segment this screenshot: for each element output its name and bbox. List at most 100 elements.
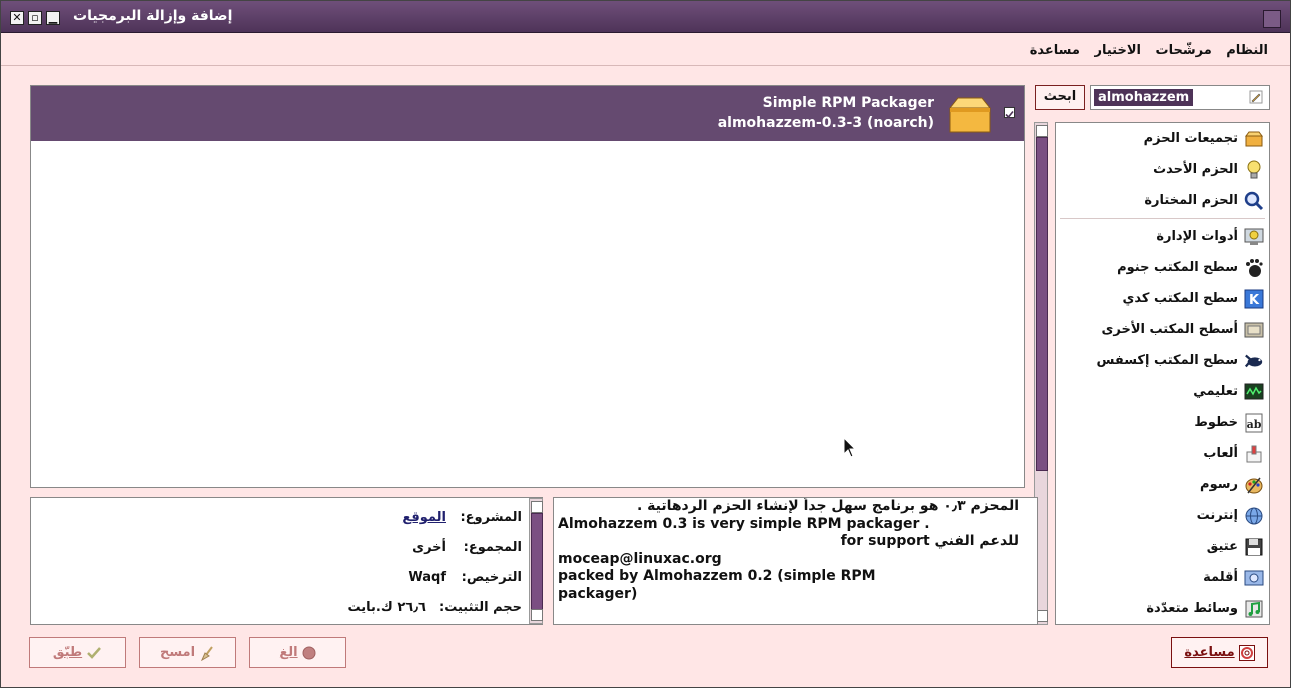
category-separator: [1060, 218, 1265, 219]
detail-license-value: Waqf: [408, 570, 446, 585]
category-item[interactable]: وسائط متعدّدة: [1056, 593, 1269, 624]
category-label: عتيق: [1206, 539, 1238, 554]
category-label: الحزم المختارة: [1144, 193, 1238, 208]
category-label: الحزم الأحدث: [1153, 162, 1238, 177]
details-scrollbar[interactable]: [529, 498, 543, 624]
window-menu-icon[interactable]: [1263, 10, 1281, 28]
scroll-up-arrow-icon[interactable]: [1036, 125, 1048, 137]
category-item[interactable]: تعليمي: [1056, 376, 1269, 407]
package-list: Simple RPM Packager almohazzem-0.3-3 (no…: [30, 85, 1025, 488]
category-item[interactable]: الحزم الأحدث: [1056, 154, 1269, 185]
apply-button[interactable]: طبّق: [29, 637, 126, 668]
scrollbar-thumb[interactable]: [531, 513, 543, 611]
category-label: أسطح المكتب الأخرى: [1101, 322, 1238, 337]
category-label: أقلمة: [1203, 570, 1238, 585]
package-description: المحزم ٠٫٣ هو برنامج سهل جداً لإنشاء الح…: [553, 497, 1038, 625]
category-item[interactable]: رسوم: [1056, 469, 1269, 500]
category-item[interactable]: K سطح المكتب كدي: [1056, 283, 1269, 314]
category-item[interactable]: سطح المكتب جنوم: [1056, 252, 1269, 283]
category-label: سطح المكتب كدي: [1122, 291, 1238, 306]
checkmark-icon: [1005, 110, 1014, 119]
menu-selection[interactable]: الاختيار: [1095, 43, 1141, 58]
description-line: Almohazzem 0.3 is very simple RPM packag…: [558, 515, 930, 532]
category-label: خطوط: [1194, 415, 1238, 430]
search-input-text[interactable]: almohazzem: [1094, 89, 1194, 106]
new-packages-icon: [1244, 160, 1264, 180]
stop-icon: [302, 646, 316, 659]
detail-group-label: المجموع:: [463, 540, 522, 555]
search-input[interactable]: almohazzem: [1090, 85, 1270, 110]
title-bar: ✕ ▫ ▁ إضافة وإزالة البرمجيات: [1, 1, 1290, 33]
main-window: ✕ ▫ ▁ إضافة وإزالة البرمجيات النظام مرشّ…: [0, 0, 1291, 688]
close-icon[interactable]: ✕: [10, 11, 24, 25]
broom-icon: [201, 645, 213, 661]
description-email: moceap@linuxac.org: [558, 550, 722, 567]
category-label: سطح المكتب جنوم: [1117, 260, 1238, 275]
category-item[interactable]: عتيق: [1056, 531, 1269, 562]
category-item[interactable]: إنترنت: [1056, 500, 1269, 531]
floppy-disk-icon: [1244, 537, 1264, 557]
category-item[interactable]: ألعاب: [1056, 438, 1269, 469]
svg-text:ab: ab: [1247, 418, 1262, 431]
menu-filters[interactable]: مرشّحات: [1156, 43, 1212, 58]
menu-bar: النظام مرشّحات الاختيار مساعدة: [1, 37, 1290, 66]
mouse-cursor-icon: [843, 437, 857, 458]
checkmark-icon: [87, 646, 102, 659]
graphics-palette-icon: [1244, 475, 1264, 495]
category-label: تجميعات الحزم: [1143, 131, 1238, 146]
search-button[interactable]: ابحث: [1035, 85, 1085, 110]
category-label: أدوات الإدارة: [1156, 229, 1238, 244]
maximize-icon[interactable]: ▫: [28, 11, 42, 25]
category-label: وسائط متعدّدة: [1146, 601, 1238, 616]
package-collection-icon: [1244, 129, 1264, 149]
games-icon: [1244, 444, 1264, 464]
help-button[interactable]: مساعدة: [1171, 637, 1268, 668]
detail-group-value: أخرى: [412, 540, 446, 555]
detail-project-label: المشروع:: [460, 510, 522, 525]
category-item[interactable]: ab خطوط: [1056, 407, 1269, 438]
fonts-icon: ab: [1244, 413, 1264, 433]
apply-button-label: طبّق: [52, 645, 83, 660]
category-item[interactable]: أسطح المكتب الأخرى: [1056, 314, 1269, 345]
multimedia-icon: [1244, 599, 1264, 619]
help-lifebuoy-icon: [1238, 644, 1255, 661]
category-label: تعليمي: [1193, 384, 1238, 399]
admin-tools-icon: [1244, 227, 1264, 247]
package-details: المشروع: الموقع المجموع: أخرى الترخيص: W…: [30, 497, 543, 625]
scroll-down-arrow-icon[interactable]: [531, 609, 543, 621]
category-label: رسوم: [1200, 477, 1238, 492]
svg-text:K: K: [1249, 293, 1260, 308]
scroll-up-arrow-icon[interactable]: [531, 501, 543, 513]
description-line: للدعم الفني for support: [840, 533, 1019, 549]
package-row[interactable]: Simple RPM Packager almohazzem-0.3-3 (no…: [31, 86, 1024, 141]
clear-button[interactable]: امسح: [139, 637, 236, 668]
description-line: packager): [558, 585, 638, 602]
edit-pencil-icon: [1249, 90, 1263, 104]
package-checkbox[interactable]: [1004, 107, 1015, 119]
cancel-button[interactable]: الغ: [249, 637, 346, 668]
kde-icon: K: [1244, 289, 1264, 309]
minimize-icon[interactable]: ▁: [46, 11, 60, 25]
project-website-link[interactable]: الموقع: [402, 510, 446, 525]
category-item[interactable]: تجميعات الحزم: [1056, 123, 1269, 154]
help-button-label: مساعدة: [1184, 645, 1235, 660]
category-item[interactable]: سطح المكتب إكسفس: [1056, 345, 1269, 376]
clear-button-label: امسح: [159, 645, 196, 660]
package-box-icon: [948, 97, 992, 133]
detail-size-value: ٢٦٫٦ ك.بايت: [347, 600, 426, 615]
category-item[interactable]: الحزم المختارة: [1056, 185, 1269, 216]
category-item[interactable]: أقلمة: [1056, 562, 1269, 593]
window-title: إضافة وإزالة البرمجيات: [73, 8, 233, 24]
scrollbar-thumb[interactable]: [1036, 137, 1048, 471]
internet-globe-icon: [1244, 506, 1264, 526]
category-list: تجميعات الحزم الحزم الأحدث الحزم المختار…: [1055, 122, 1270, 625]
package-name: Simple RPM Packager: [762, 95, 934, 111]
cancel-button-label: الغ: [279, 645, 298, 660]
menu-help[interactable]: مساعدة: [1030, 43, 1080, 58]
category-item[interactable]: أدوات الإدارة: [1056, 221, 1269, 252]
magnifier-icon: [1244, 191, 1264, 211]
category-label: إنترنت: [1196, 508, 1238, 523]
category-label: ألعاب: [1203, 446, 1238, 461]
menu-system[interactable]: النظام: [1226, 43, 1268, 58]
description-line: المحزم ٠٫٣ هو برنامج سهل جداً لإنشاء الح…: [636, 498, 1019, 514]
